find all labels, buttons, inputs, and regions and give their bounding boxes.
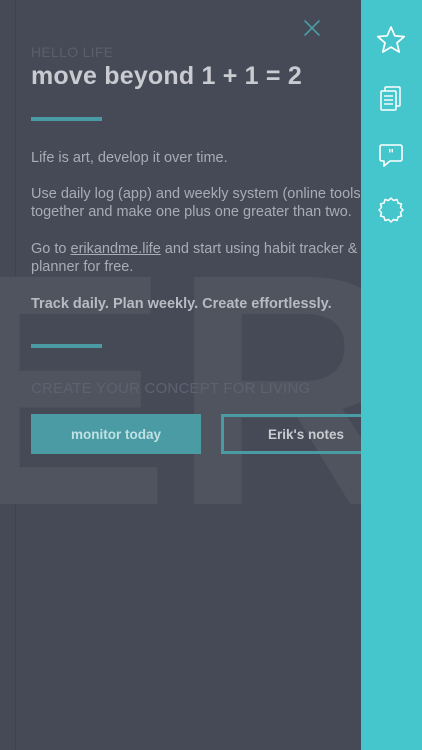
eriks-notes-button[interactable]: Erik's notes [221,414,361,454]
favorites-button[interactable] [375,24,407,56]
close-icon [304,20,320,36]
quote-bubble-icon: " [379,144,403,167]
close-button[interactable] [302,18,322,38]
accent-divider [31,117,102,121]
website-link[interactable]: erikandme.life [71,241,161,257]
website-text-before: Go to [31,241,71,257]
concept-heading: CREATE YOUR CONCEPT FOR LIVING [31,380,311,397]
icon-sidebar: " [361,0,422,750]
accent-divider [31,344,102,348]
notes-icon [380,86,401,111]
page-title: move beyond 1 + 1 = 2 [31,62,302,90]
system-paragraph: Use daily log (app) and weekly system (o… [31,186,361,220]
notes-button[interactable] [375,83,407,115]
menu-panel: ERI HELLO LIFE move beyond 1 + 1 = 2 Lif… [0,0,361,750]
svg-text:": " [388,147,394,161]
website-paragraph: Go to erikandme.life and start using hab… [31,240,361,276]
gear-icon [378,197,404,223]
tagline-paragraph: Track daily. Plan weekly. Create effortl… [31,296,332,312]
kicker-text: HELLO LIFE [31,44,114,60]
screen: ERI HELLO LIFE move beyond 1 + 1 = 2 Lif… [0,0,422,750]
star-icon [376,26,406,53]
intro-paragraph: Life is art, develop it over time. [31,150,228,166]
settings-button[interactable] [375,194,407,226]
monitor-today-button[interactable]: monitor today [31,414,201,454]
quotes-button[interactable]: " [375,139,407,171]
